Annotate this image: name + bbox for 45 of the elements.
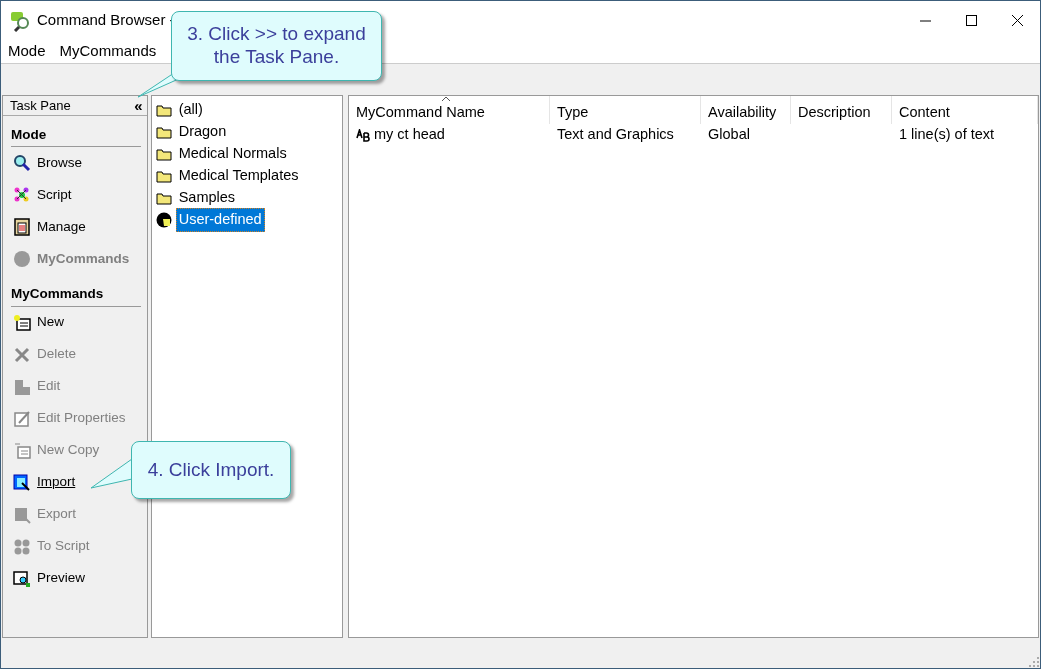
properties-icon xyxy=(13,409,31,428)
task-item[interactable]: Script xyxy=(3,179,147,212)
tree-item[interactable]: Medical Templates xyxy=(175,164,302,188)
tree-item[interactable]: Samples xyxy=(175,186,239,210)
close-icon[interactable] xyxy=(1012,15,1023,26)
menu-item[interactable]: MyCommands xyxy=(52,40,164,63)
export-icon xyxy=(13,505,31,524)
task-item[interactable]: Manage xyxy=(3,211,147,244)
user-icon xyxy=(155,212,172,228)
collapse-button[interactable]: « xyxy=(134,98,143,113)
folder-icon xyxy=(155,147,172,161)
copy-icon xyxy=(13,441,31,460)
task-item[interactable]: New xyxy=(3,306,147,339)
tree-item[interactable]: (all) xyxy=(175,98,206,122)
delete-icon xyxy=(13,345,31,364)
tree-item[interactable]: User-defined xyxy=(175,208,265,232)
import-icon xyxy=(13,473,31,492)
section-heading: MyCommands xyxy=(11,284,141,307)
resize-grip-icon xyxy=(1028,656,1040,668)
pane-title: Task Pane xyxy=(10,96,71,115)
new-document-icon xyxy=(13,313,31,332)
maximize-icon[interactable] xyxy=(966,15,977,26)
preview-icon xyxy=(13,569,31,588)
folder-icon xyxy=(155,191,172,205)
folder-icon xyxy=(155,169,172,183)
table-cell-text: Text and Graphics xyxy=(557,125,674,145)
folder-icon xyxy=(155,103,172,117)
tree-item[interactable]: Dragon xyxy=(175,120,230,144)
folder-icon xyxy=(155,125,172,139)
magnifier-icon xyxy=(13,154,31,173)
table-cell-text: Global xyxy=(708,125,750,145)
edit-icon xyxy=(13,377,31,396)
task-item[interactable]: Browse xyxy=(3,147,147,180)
circle-icon xyxy=(13,250,31,269)
section-heading: Mode xyxy=(11,125,141,148)
callout-pointer xyxy=(89,456,133,491)
table-cell-text: 1 line(s) of text xyxy=(899,125,995,145)
task-item[interactable]: Preview xyxy=(3,562,147,595)
command-name: my ct head xyxy=(374,125,445,145)
app-icon xyxy=(9,9,31,32)
minimize-icon[interactable] xyxy=(920,19,931,22)
text-type-icon xyxy=(356,128,370,142)
menu-item[interactable]: Mode xyxy=(1,40,53,63)
tree-item[interactable]: Medical Normals xyxy=(175,142,290,166)
clipboard-icon xyxy=(13,218,31,237)
